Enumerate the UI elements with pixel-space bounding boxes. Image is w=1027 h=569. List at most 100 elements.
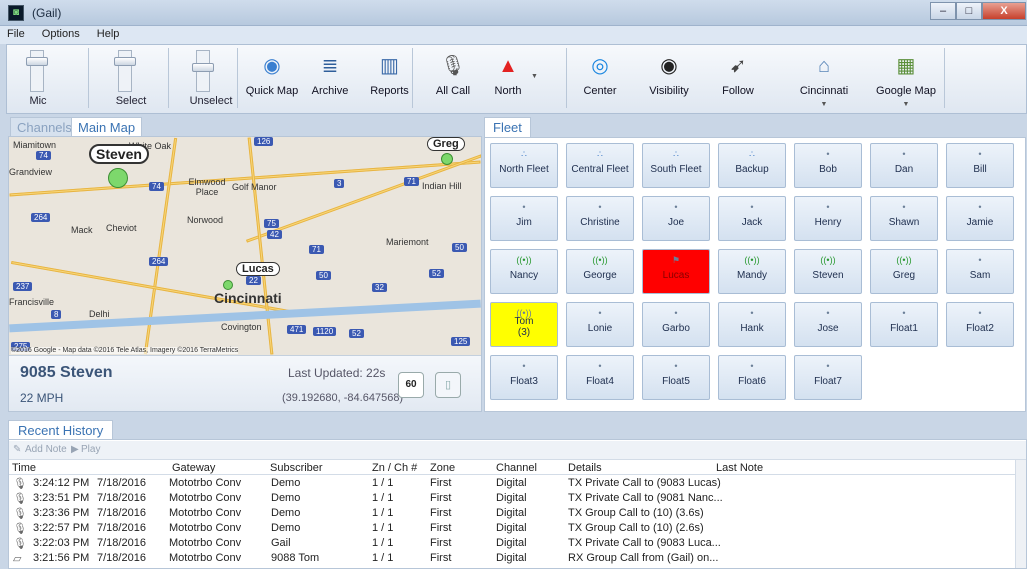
quick-map-button[interactable]: ◉ Quick Map bbox=[242, 45, 302, 113]
fleet-tile-lonie[interactable]: • Lonie bbox=[566, 302, 634, 347]
history-cell-time: 3:22:57 PM bbox=[33, 522, 90, 534]
history-row[interactable]: 🎙 3:23:51 PM 7/18/2016 Mototrbo Conv Demo 1 /… bbox=[9, 492, 1015, 506]
history-cell-znch: 1 / 1 bbox=[372, 522, 394, 534]
fleet-tile-float6[interactable]: • Float6 bbox=[718, 355, 786, 400]
steven-map-marker[interactable] bbox=[108, 168, 128, 188]
cincinnati-button[interactable]: ⌂ Cincinnati ▼ bbox=[784, 45, 864, 113]
dropdown-arrow-icon[interactable]: ▼ bbox=[531, 73, 538, 80]
map-place-label: Indian Hill bbox=[422, 181, 462, 191]
fleet-tile-north-fleet[interactable]: ∴ North Fleet bbox=[490, 143, 558, 188]
menu-file[interactable]: File bbox=[0, 26, 32, 42]
fleet-tile-south-fleet[interactable]: ∴ South Fleet bbox=[642, 143, 710, 188]
fleet-tile-float3[interactable]: • Float3 bbox=[490, 355, 558, 400]
fleet-tile-float4[interactable]: • Float4 bbox=[566, 355, 634, 400]
fleet-tile-henry[interactable]: • Henry bbox=[794, 196, 862, 241]
fleet-tile-backup[interactable]: ∴ Backup bbox=[718, 143, 786, 188]
fleet-tile-label: George bbox=[583, 270, 617, 281]
fleet-tile-label: Dan bbox=[894, 164, 914, 175]
tab-fleet[interactable]: Fleet bbox=[484, 117, 531, 138]
add-note-button[interactable]: Add Note bbox=[25, 444, 67, 455]
archive-button[interactable]: ≣ Archive bbox=[305, 45, 355, 113]
history-column-header[interactable]: Gateway bbox=[172, 462, 215, 474]
minimize-button[interactable]: – bbox=[930, 2, 956, 20]
history-row[interactable]: 🎙 3:22:03 PM 7/18/2016 Mototrbo Conv Gail 1 /… bbox=[9, 537, 1015, 551]
menu-options[interactable]: Options bbox=[35, 26, 87, 42]
play-button[interactable]: Play bbox=[81, 444, 100, 455]
unselect-slider[interactable] bbox=[192, 50, 214, 92]
fleet-tile-label: South Fleet bbox=[650, 164, 702, 175]
fleet-tile-bill[interactable]: • Bill bbox=[946, 143, 1014, 188]
fleet-tile-jose[interactable]: • Jose bbox=[794, 302, 862, 347]
fleet-tile-jamie[interactable]: • Jamie bbox=[946, 196, 1014, 241]
fleet-tile-christine[interactable]: • Christine bbox=[566, 196, 634, 241]
radio-idle-icon: • bbox=[750, 202, 754, 212]
fleet-tile-float1[interactable]: • Float1 bbox=[870, 302, 938, 347]
history-column-header[interactable]: Channel bbox=[496, 462, 537, 474]
ribbon-button-label: Archive bbox=[311, 85, 349, 97]
fleet-tile-float5[interactable]: • Float5 bbox=[642, 355, 710, 400]
google-map-button[interactable]: ▦ Google Map ▼ bbox=[866, 45, 946, 113]
radio-idle-icon: • bbox=[750, 361, 754, 371]
fleet-tile-float7[interactable]: • Float7 bbox=[794, 355, 862, 400]
history-cell-date: 7/18/2016 bbox=[97, 522, 146, 534]
fleet-tile-nancy[interactable]: ((•)) Nancy bbox=[490, 249, 558, 294]
history-row[interactable]: 🎙 3:22:57 PM 7/18/2016 Mototrbo Conv Demo 1 /… bbox=[9, 522, 1015, 536]
history-cell-zone: First bbox=[430, 552, 452, 564]
route-shield: 264 bbox=[149, 257, 169, 266]
tab-main-map[interactable]: Main Map bbox=[71, 117, 143, 137]
fleet-tile-tom[interactable]: ((•)) Tom (3) bbox=[490, 302, 558, 347]
history-row[interactable]: 🎙 3:23:36 PM 7/18/2016 Mototrbo Conv Demo 1 /… bbox=[9, 507, 1015, 521]
menu-help[interactable]: Help bbox=[90, 26, 127, 42]
history-column-header[interactable]: Time bbox=[12, 462, 36, 474]
fleet-tile-george[interactable]: ((•)) George bbox=[566, 249, 634, 294]
center-button[interactable]: ◎ Center bbox=[570, 45, 630, 113]
fleet-tile-bob[interactable]: • Bob bbox=[794, 143, 862, 188]
fleet-tile-jim[interactable]: • Jim bbox=[490, 196, 558, 241]
dropdown-arrow-icon[interactable]: ▼ bbox=[866, 101, 946, 108]
close-button[interactable]: X bbox=[982, 2, 1026, 20]
fleet-tile-central-fleet[interactable]: ∴ Central Fleet bbox=[566, 143, 634, 188]
radio-idle-icon: • bbox=[674, 308, 678, 318]
greg-map-marker[interactable] bbox=[441, 153, 453, 165]
history-column-header[interactable]: Zn / Ch # bbox=[372, 462, 417, 474]
dropdown-arrow-icon[interactable]: ▼ bbox=[784, 101, 864, 108]
follow-button[interactable]: ➹ Follow bbox=[708, 45, 768, 113]
fleet-tile-garbo[interactable]: • Garbo bbox=[642, 302, 710, 347]
fleet-tile-joe[interactable]: • Joe bbox=[642, 196, 710, 241]
maximize-button[interactable]: □ bbox=[956, 2, 982, 20]
all-call-button[interactable]: 🎙 All Call bbox=[428, 45, 478, 113]
history-cell-channel: Digital bbox=[496, 552, 527, 564]
mic-slider[interactable] bbox=[26, 50, 48, 92]
document-icon[interactable]: ▯ bbox=[435, 372, 461, 398]
history-column-header[interactable]: Subscriber bbox=[270, 462, 323, 474]
fleet-tile-steven[interactable]: ((•)) Steven bbox=[794, 249, 862, 294]
fleet-tile-hank[interactable]: • Hank bbox=[718, 302, 786, 347]
tab-channels[interactable]: Channels bbox=[10, 117, 79, 137]
fleet-tile-shawn[interactable]: • Shawn bbox=[870, 196, 938, 241]
reports-button[interactable]: ▥ Reports bbox=[362, 45, 417, 113]
radio-idle-icon: • bbox=[598, 361, 602, 371]
fleet-tile-mandy[interactable]: ((•)) Mandy bbox=[718, 249, 786, 294]
ribbon-separator bbox=[566, 48, 567, 108]
map-place-label: Golf Manor bbox=[232, 182, 277, 192]
history-column-header[interactable]: Last Note bbox=[716, 462, 763, 474]
fleet-tile-jack[interactable]: • Jack bbox=[718, 196, 786, 241]
fleet-tile-float2[interactable]: • Float2 bbox=[946, 302, 1014, 347]
tab-recent-history[interactable]: Recent History bbox=[8, 420, 114, 440]
history-row[interactable]: ▱ 3:21:56 PM 7/18/2016 Mototrbo Conv 9088 To… bbox=[9, 552, 1015, 566]
history-row[interactable]: 🎙 3:24:12 PM 7/18/2016 Mototrbo Conv Demo 1 /… bbox=[9, 477, 1015, 491]
history-scrollbar[interactable] bbox=[1015, 460, 1026, 568]
last-updated: Last Updated: 22s bbox=[288, 366, 386, 380]
fleet-tile-dan[interactable]: • Dan bbox=[870, 143, 938, 188]
speed-limit-icon[interactable]: 60 bbox=[398, 372, 424, 398]
visibility-button[interactable]: ◉ Visibility bbox=[634, 45, 704, 113]
fleet-tile-sam[interactable]: • Sam bbox=[946, 249, 1014, 294]
lucas-map-marker[interactable] bbox=[223, 280, 233, 290]
history-column-header[interactable]: Details bbox=[568, 462, 602, 474]
select-slider[interactable] bbox=[114, 50, 136, 92]
fleet-tile-lucas[interactable]: ⚑ Lucas bbox=[642, 249, 710, 294]
history-column-header[interactable]: Zone bbox=[430, 462, 455, 474]
north-button[interactable]: ▲ North ▼ bbox=[479, 45, 538, 113]
fleet-tile-greg[interactable]: ((•)) Greg bbox=[870, 249, 938, 294]
main-map[interactable]: Miamitown White Oak Grandview Elmwood Place… bbox=[9, 137, 481, 355]
